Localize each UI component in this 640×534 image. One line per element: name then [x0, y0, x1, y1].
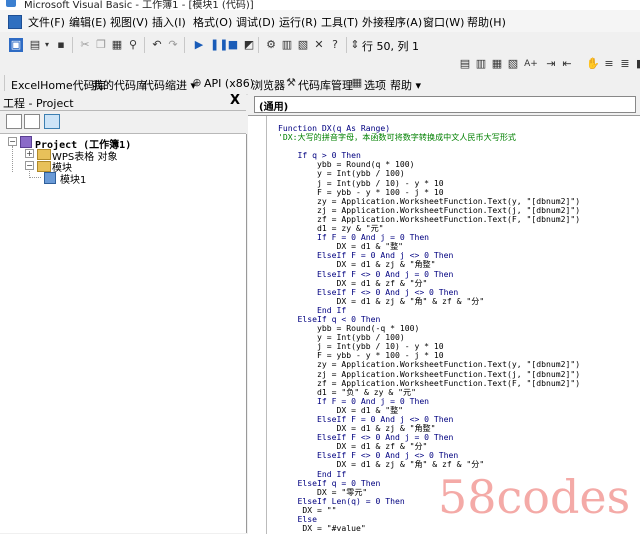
cursor-position: 行 50, 列 1 [362, 40, 419, 53]
options-icon: ▦ [351, 76, 363, 89]
indent-icon[interactable]: ⇥ [544, 57, 558, 71]
undo-icon[interactable]: ↶ [150, 38, 164, 52]
code-line[interactable]: 'DX:大写的拼音字母，本函数可将数字转换成中文人民币大写形式 [278, 132, 580, 142]
wps-expand-icon[interactable]: + [25, 149, 34, 158]
save-icon[interactable]: ▪ [54, 38, 68, 52]
addin-toolbar: ExcelHome代码库 我的代码库 代码缩进 ▾ ⊕ API (x86) 浏览… [0, 72, 640, 95]
parameter-info-icon[interactable]: ▧ [506, 57, 520, 71]
menu-debug[interactable]: 调试(D) [236, 14, 275, 30]
copy-icon[interactable]: ❐ [94, 38, 108, 52]
toggle-folders-icon[interactable] [44, 114, 60, 129]
view-object-icon[interactable] [24, 114, 40, 129]
modules-folder-icon [37, 161, 51, 172]
run-icon[interactable]: ▶ [192, 38, 206, 52]
menu-addins[interactable]: 外接程序(A) [362, 14, 422, 30]
uncomment-block-icon[interactable]: ≣ [618, 57, 632, 71]
menu-bar: 文件(F) 编辑(E) 视图(V) 插入(I) 格式(O) 调试(D) 运行(R… [0, 10, 640, 32]
code-indent-menu[interactable]: 代码缩进 ▾ [143, 77, 196, 93]
quick-info-icon[interactable]: ▦ [490, 57, 504, 71]
pause-icon[interactable]: ❚❚ [210, 38, 228, 52]
project-panel-header: 工程 - Project X [0, 93, 246, 111]
menu-help[interactable]: 帮助(H) [467, 14, 506, 30]
menu-file[interactable]: 文件(F) [28, 14, 65, 30]
project-panel-toolbar [0, 111, 246, 134]
my-code-library[interactable]: 我的代码库 [92, 77, 147, 93]
position-icon: ⇕ [350, 38, 360, 51]
options-button[interactable]: 选项 [364, 77, 386, 93]
toggle-bookmark-icon[interactable]: ▮ [632, 57, 640, 71]
paste-icon[interactable]: ▦ [110, 38, 124, 52]
vba-menu-icon[interactable] [8, 15, 22, 29]
code-line[interactable]: DX = "#value" [278, 524, 580, 533]
tree-module1[interactable]: 模块1 [60, 171, 86, 186]
reset-icon[interactable]: ■ [226, 38, 240, 52]
api-x86-button[interactable]: API (x86) [204, 77, 254, 90]
edit-toolbar: ▤ ▥ ▦ ▧ A+ ⇥ ⇤ ✋ ≡ ≣ ▮ [0, 56, 640, 72]
redo-icon[interactable]: ↷ [166, 38, 180, 52]
outdent-icon[interactable]: ⇤ [560, 57, 574, 71]
menu-tools[interactable]: 工具(T) [321, 14, 358, 30]
help-icon[interactable]: ? [328, 38, 342, 52]
project-explorer-icon[interactable]: ⚙ [264, 38, 278, 52]
menu-window[interactable]: 窗口(W) [423, 14, 464, 30]
comment-block-icon[interactable]: ≡ [602, 57, 616, 71]
standard-toolbar: ▣ ▤ ▾ ▪ ✂ ❐ ▦ ⚲ ↶ ↷ ▶ ❚❚ ■ ◩ ⚙ ▥ ▧ ✕ ? ⇕ [0, 32, 640, 57]
project-icon [20, 136, 32, 148]
title-bar: Microsoft Visual Basic - 工作簿1 - [模块1 (代码… [0, 0, 640, 10]
module-icon [44, 172, 56, 184]
watermark: 58codes [438, 470, 631, 524]
object-combo[interactable]: (通用) [254, 96, 636, 113]
modules-collapse-icon[interactable]: − [25, 161, 34, 170]
window-title: Microsoft Visual Basic - 工作簿1 - [模块1 (代码… [24, 0, 254, 10]
find-icon[interactable]: ⚲ [126, 38, 140, 52]
menu-view[interactable]: 视图(V) [110, 14, 148, 30]
menu-insert[interactable]: 插入(I) [152, 14, 186, 30]
toggle-breakpoint-icon[interactable]: ✋ [586, 57, 600, 71]
list-properties-icon[interactable]: ▤ [458, 57, 472, 71]
dropdown-arrow-icon[interactable]: ▾ [40, 38, 54, 52]
wps-folder-icon [37, 149, 51, 160]
code-library-manage-button[interactable]: 代码库管理 [298, 77, 353, 93]
object-browser-icon[interactable]: ▧ [296, 38, 310, 52]
menu-edit[interactable]: 编辑(E) [69, 14, 107, 30]
cut-icon[interactable]: ✂ [78, 38, 92, 52]
complete-word-icon[interactable]: A+ [524, 57, 538, 71]
project-panel-title: 工程 - Project [3, 97, 74, 110]
list-constants-icon[interactable]: ▥ [474, 57, 488, 71]
menu-format[interactable]: 格式(O) [193, 14, 232, 30]
toolbox-icon[interactable]: ✕ [312, 38, 326, 52]
help-menu-button[interactable]: 帮助 ▾ [390, 77, 421, 93]
margin-indicator-bar[interactable] [248, 116, 267, 534]
design-mode-icon[interactable]: ◩ [242, 38, 256, 52]
object-combo-value: (通用) [259, 102, 289, 113]
code-manage-icon: ⚒ [286, 76, 296, 89]
close-project-panel-button[interactable]: X [230, 93, 240, 108]
properties-icon[interactable]: ▥ [280, 38, 294, 52]
browser-button[interactable]: 浏览器 [252, 77, 285, 93]
view-code-icon[interactable] [6, 114, 22, 129]
api-icon: ⊕ [192, 76, 202, 89]
project-tree: − Project (工作簿1) + WPS表格 对象 − 模块 模块1 [0, 134, 247, 533]
vba-app-icon [6, 0, 16, 7]
root-collapse-icon[interactable]: − [8, 137, 17, 146]
excel-view-icon[interactable]: ▣ [9, 38, 23, 52]
menu-run[interactable]: 运行(R) [279, 14, 317, 30]
